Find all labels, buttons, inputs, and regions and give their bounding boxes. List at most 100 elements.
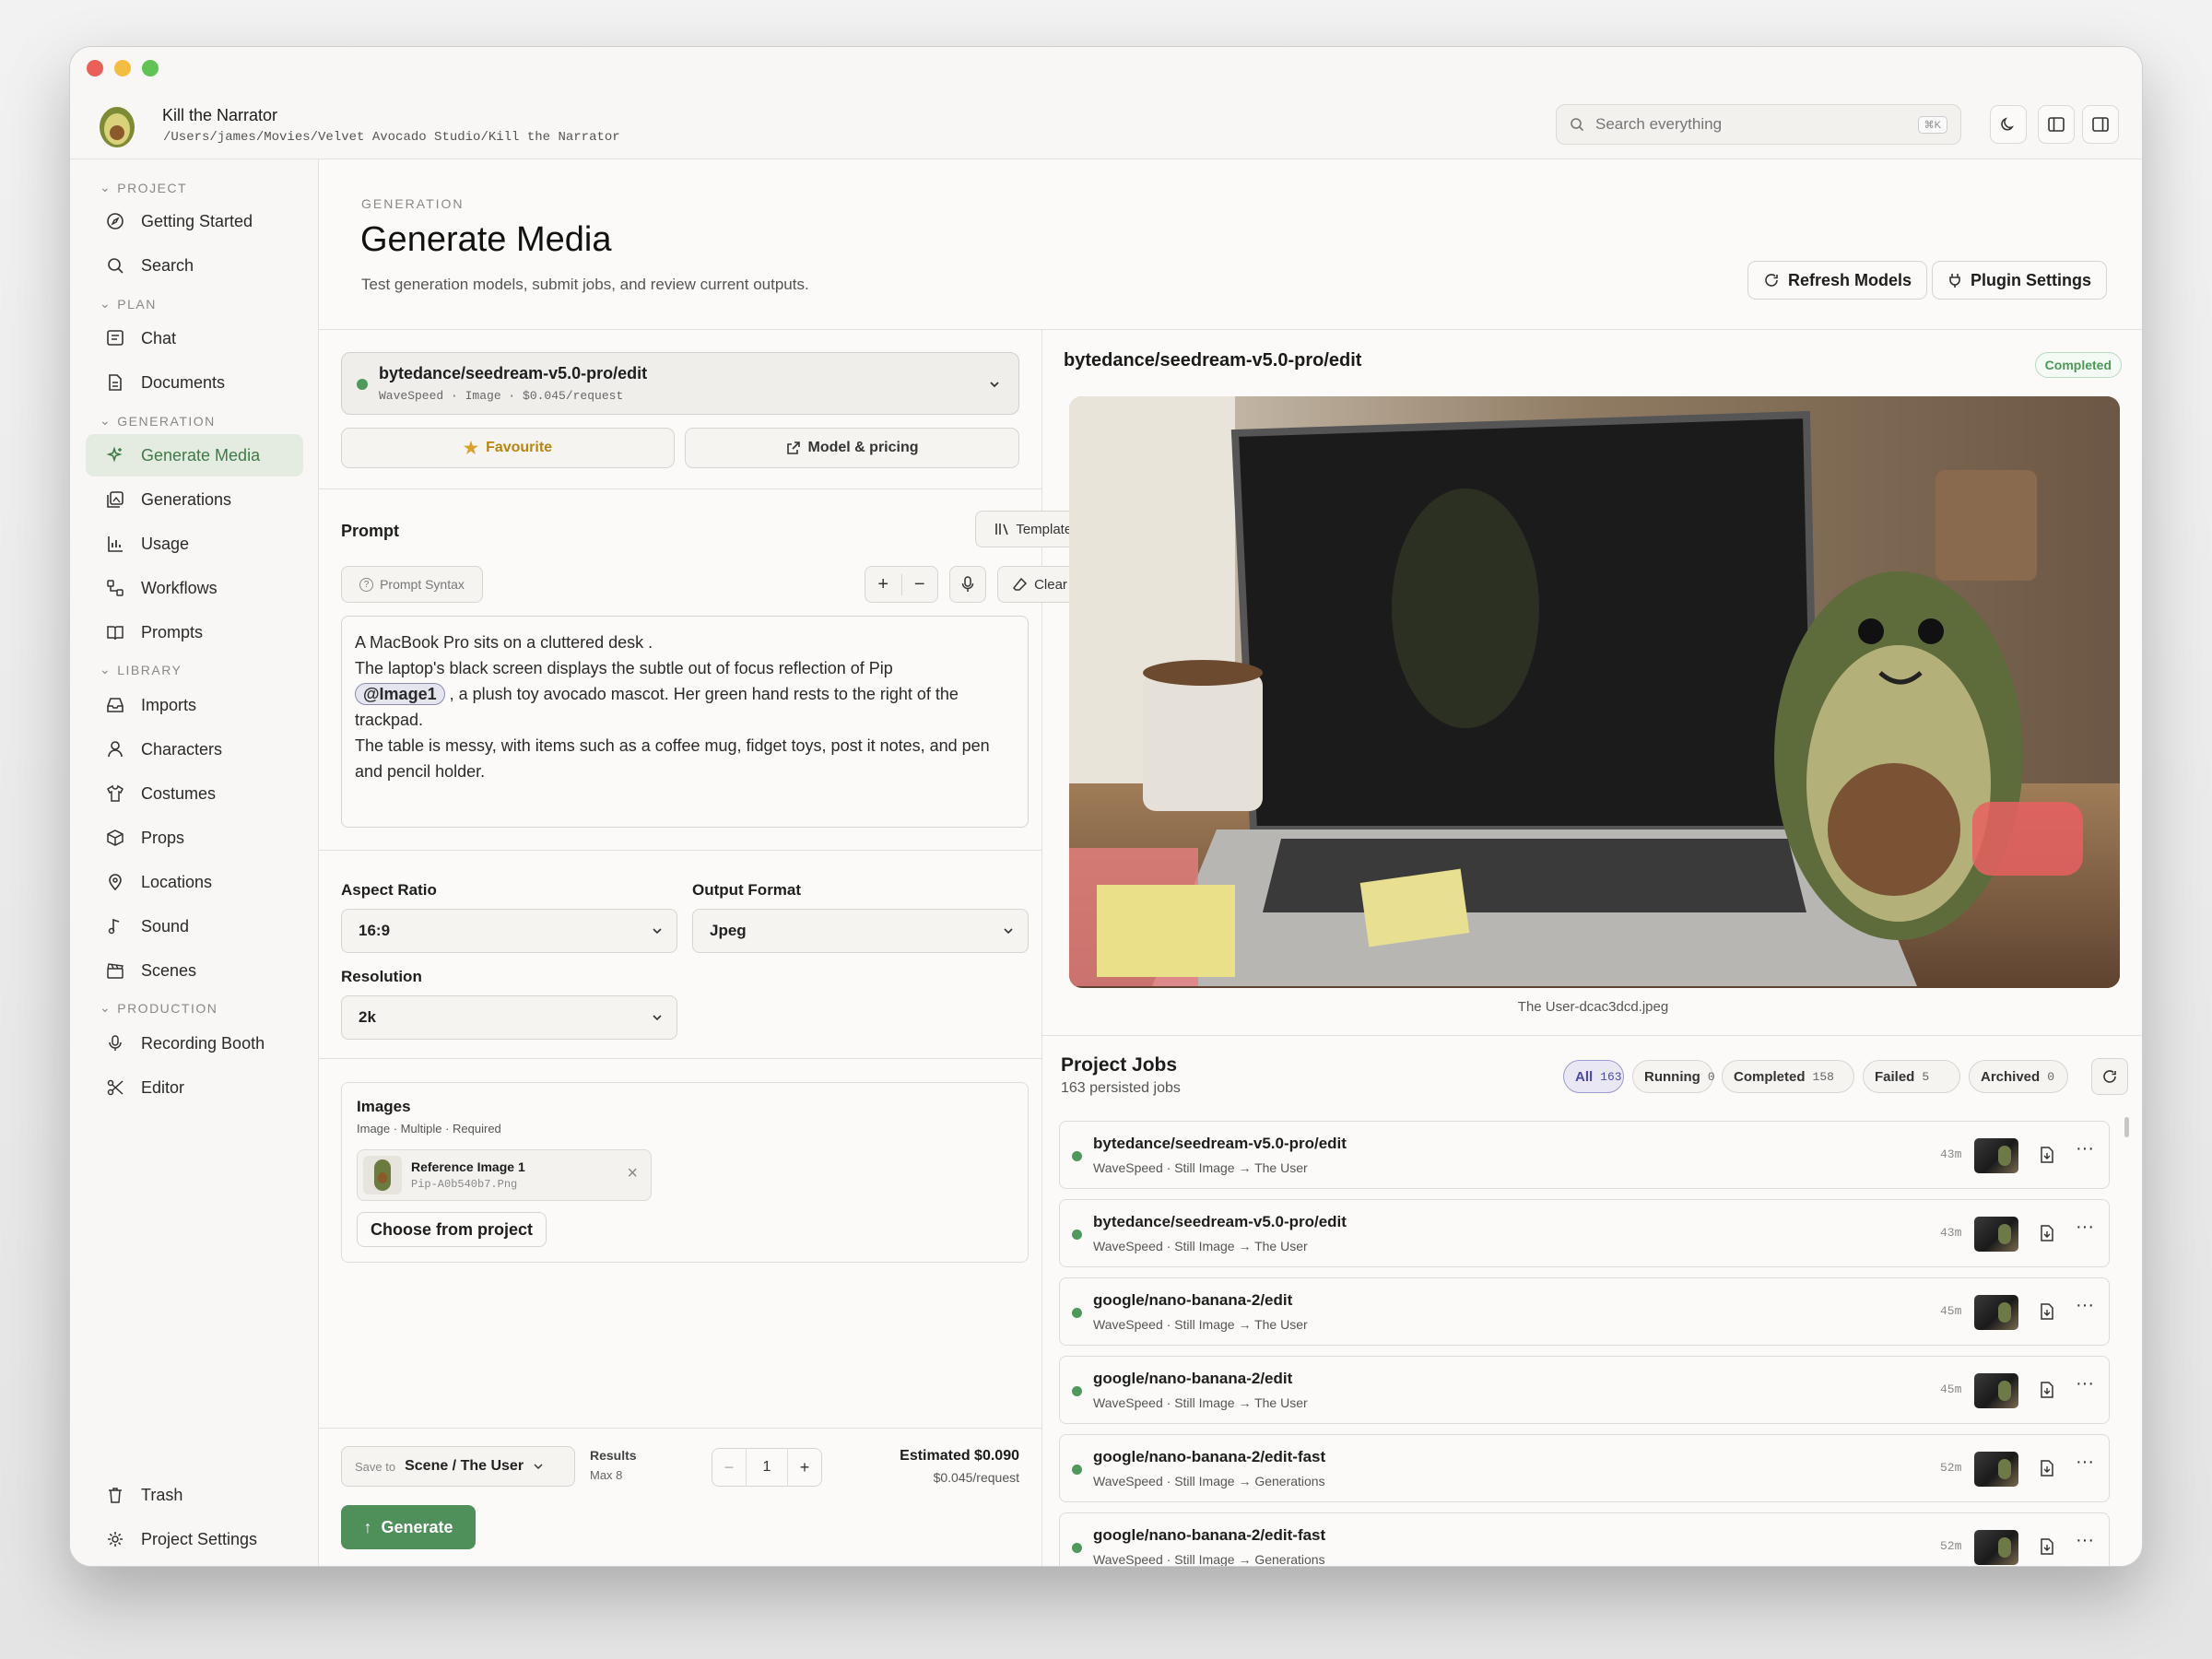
jobs-scrollbar[interactable]: [2124, 1117, 2129, 1137]
output-format-select[interactable]: Jpeg: [692, 909, 1029, 953]
jobs-subtitle: 163 persisted jobs: [1061, 1080, 1181, 1096]
sidebar-item-chat[interactable]: Chat: [86, 317, 303, 359]
tab-running[interactable]: Running 0: [1632, 1060, 1715, 1093]
more-options-icon[interactable]: ···: [2076, 1530, 2094, 1551]
generated-image-preview[interactable]: [1069, 396, 2120, 988]
resolution-label: Resolution: [341, 968, 422, 985]
choose-from-project-button[interactable]: Choose from project: [357, 1212, 547, 1247]
model-pricing-button[interactable]: Model & pricing: [685, 428, 1019, 468]
minimize-window-button[interactable]: [114, 60, 131, 76]
refresh-jobs-button[interactable]: [2091, 1058, 2128, 1095]
favourite-button[interactable]: ★ Favourite: [341, 428, 675, 468]
sidebar-item-characters[interactable]: Characters: [86, 728, 303, 771]
image-mention-chip[interactable]: @Image1: [355, 683, 445, 705]
sidebar-item-locations[interactable]: Locations: [86, 861, 303, 903]
job-row[interactable]: google/nano-banana-2/edit WaveSpeed · Sti…: [1059, 1277, 2110, 1346]
search-icon: [1571, 118, 1584, 132]
more-options-icon[interactable]: ···: [2076, 1373, 2094, 1394]
import-file-icon[interactable]: [2039, 1302, 2055, 1321]
sidebar-item-generate-media[interactable]: Generate Media: [86, 434, 303, 477]
save-to-select[interactable]: Save to Scene / The User: [341, 1446, 575, 1487]
prompt-textarea[interactable]: A MacBook Pro sits on a cluttered desk .…: [341, 616, 1029, 828]
job-thumbnail[interactable]: [1974, 1138, 2018, 1173]
more-options-icon[interactable]: ···: [2076, 1217, 2094, 1238]
sidebar-item-workflows[interactable]: Workflows: [86, 567, 303, 609]
sidebar-item-sound[interactable]: Sound: [86, 905, 303, 947]
job-thumbnail[interactable]: [1974, 1373, 2018, 1408]
refresh-models-button[interactable]: Refresh Models: [1747, 261, 1928, 300]
maximize-window-button[interactable]: [142, 60, 159, 76]
sidebar-item-props[interactable]: Props: [86, 817, 303, 859]
theme-toggle-button[interactable]: [1990, 105, 2027, 144]
job-row[interactable]: google/nano-banana-2/edit-fast WaveSpeed …: [1059, 1512, 2110, 1566]
tab-failed[interactable]: Failed 5: [1863, 1060, 1960, 1093]
per-request-cost: $0.045/request: [933, 1470, 1019, 1485]
job-model: bytedance/seedream-v5.0-pro/edit: [1093, 1135, 1347, 1152]
sidebar-item-recording-booth[interactable]: Recording Booth: [86, 1022, 303, 1065]
import-file-icon[interactable]: [2039, 1146, 2055, 1164]
job-thumbnail[interactable]: [1974, 1452, 2018, 1487]
import-file-icon[interactable]: [2039, 1381, 2055, 1399]
results-count[interactable]: 1: [746, 1449, 788, 1486]
section-library[interactable]: ⌄ LIBRARY: [100, 662, 182, 677]
section-project[interactable]: ⌄ PROJECT: [100, 180, 187, 195]
increase-button[interactable]: +: [865, 573, 902, 595]
sidebar-item-documents[interactable]: Documents: [86, 361, 303, 404]
section-plan[interactable]: ⌄ PLAN: [100, 296, 157, 312]
sidebar-item-editor[interactable]: Editor: [86, 1066, 303, 1109]
import-file-icon[interactable]: [2039, 1224, 2055, 1242]
job-row[interactable]: bytedance/seedream-v5.0-pro/edit WaveSpee…: [1059, 1199, 2110, 1267]
job-thumbnail[interactable]: [1974, 1295, 2018, 1330]
resolution-select[interactable]: 2k: [341, 995, 677, 1040]
sidebar-item-search[interactable]: Search: [86, 244, 303, 287]
more-options-icon[interactable]: ···: [2076, 1295, 2094, 1316]
toggle-sidebar-button[interactable]: [2038, 105, 2075, 144]
search-input[interactable]: [1595, 115, 1907, 134]
decrease-results-button[interactable]: −: [712, 1458, 746, 1477]
toggle-inspector-button[interactable]: [2082, 105, 2119, 144]
job-row[interactable]: google/nano-banana-2/edit WaveSpeed · Sti…: [1059, 1356, 2110, 1424]
sidebar-item-scenes[interactable]: Scenes: [86, 949, 303, 992]
sidebar-item-trash[interactable]: Trash: [86, 1474, 303, 1516]
remove-reference-icon[interactable]: ×: [627, 1163, 638, 1184]
sidebar-item-project-settings[interactable]: Project Settings: [86, 1518, 303, 1560]
job-row[interactable]: bytedance/seedream-v5.0-pro/edit WaveSpee…: [1059, 1121, 2110, 1189]
model-selector[interactable]: bytedance/seedream-v5.0-pro/edit WaveSpe…: [341, 352, 1019, 415]
more-options-icon[interactable]: ···: [2076, 1138, 2094, 1159]
sidebar-item-costumes[interactable]: Costumes: [86, 772, 303, 815]
sidebar-item-label: Prompts: [141, 622, 204, 641]
tab-all[interactable]: All 163: [1563, 1060, 1624, 1093]
chat-icon: [107, 330, 124, 346]
import-file-icon[interactable]: [2039, 1537, 2055, 1556]
sidebar-item-label: Documents: [141, 372, 226, 392]
job-row[interactable]: google/nano-banana-2/edit-fast WaveSpeed …: [1059, 1434, 2110, 1502]
prompt-syntax-button[interactable]: ? Prompt Syntax: [341, 566, 483, 603]
close-window-button[interactable]: [87, 60, 103, 76]
sidebar-item-label: Scenes: [141, 960, 197, 980]
decrease-button[interactable]: −: [902, 574, 938, 595]
sidebar-item-prompts[interactable]: Prompts: [86, 611, 303, 653]
generate-button[interactable]: ↑ Generate: [341, 1505, 476, 1549]
job-thumbnail[interactable]: [1974, 1217, 2018, 1252]
reference-file: Pip-A0b540b7.Png: [411, 1178, 518, 1191]
plugin-settings-button[interactable]: Plugin Settings: [1932, 261, 2108, 300]
tab-archived[interactable]: Archived 0: [1969, 1060, 2068, 1093]
more-options-icon[interactable]: ···: [2076, 1452, 2094, 1473]
chevron-down-icon: [990, 382, 999, 388]
sidebar-item-imports[interactable]: Imports: [86, 684, 303, 726]
job-thumbnail[interactable]: [1974, 1530, 2018, 1565]
dictate-button[interactable]: [949, 566, 986, 603]
tab-completed[interactable]: Completed 158: [1722, 1060, 1854, 1093]
section-generation[interactable]: ⌄ GENERATION: [100, 413, 216, 429]
sidebar-item-getting-started[interactable]: Getting Started: [86, 200, 303, 242]
increase-results-button[interactable]: +: [788, 1458, 821, 1477]
aspect-ratio-select[interactable]: 16:9: [341, 909, 677, 953]
section-production[interactable]: ⌄ PRODUCTION: [100, 1000, 218, 1016]
sidebar-item-usage[interactable]: Usage: [86, 523, 303, 565]
global-search[interactable]: ⌘K: [1556, 104, 1961, 145]
job-age: 43m: [1940, 1226, 1962, 1240]
sidebar-item-generations[interactable]: Generations: [86, 478, 303, 521]
job-meta: WaveSpeed · Still Image → The User: [1093, 1160, 1308, 1175]
import-file-icon[interactable]: [2039, 1459, 2055, 1477]
output-title: bytedance/seedream-v5.0-pro/edit: [1064, 350, 1362, 371]
